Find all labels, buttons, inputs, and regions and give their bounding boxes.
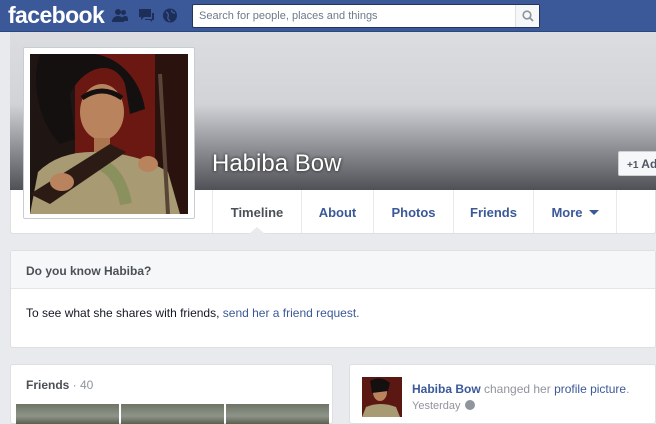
friends-header: Friends · 40 bbox=[11, 365, 332, 392]
friend-suggestion-card: Do you know Habiba? To see what she shar… bbox=[10, 250, 656, 348]
profile-picture[interactable] bbox=[23, 47, 195, 219]
active-tab-indicator bbox=[249, 227, 265, 234]
top-navigation-bar: facebook bbox=[0, 0, 656, 32]
friend-thumbnail[interactable] bbox=[16, 404, 119, 424]
messages-icon[interactable] bbox=[138, 8, 154, 23]
tab-more-label: More bbox=[551, 205, 583, 220]
tab-friends[interactable]: Friends bbox=[453, 190, 533, 233]
friend-suggestion-body: To see what she shares with friends, sen… bbox=[11, 289, 655, 320]
add-friend-icon: +1 bbox=[627, 160, 639, 171]
search-input[interactable] bbox=[193, 5, 515, 27]
tab-photos-label: Photos bbox=[391, 205, 436, 220]
add-friend-label: Add bbox=[641, 157, 656, 171]
avatar[interactable] bbox=[362, 377, 402, 417]
notifications-globe-icon[interactable] bbox=[162, 8, 178, 23]
add-friend-button[interactable]: +1 Add bbox=[618, 151, 656, 176]
friends-title[interactable]: Friends bbox=[26, 378, 69, 392]
search-icon bbox=[522, 10, 534, 22]
activity-story: Habiba Bow changed her profile picture. … bbox=[349, 364, 656, 424]
activity-time-text[interactable]: Yesterday bbox=[412, 400, 461, 412]
friends-card: Friends · 40 bbox=[10, 364, 333, 424]
send-friend-request-link[interactable]: send her a friend request. bbox=[223, 306, 360, 320]
search-box[interactable] bbox=[192, 4, 540, 28]
activity-actor-link[interactable]: Habiba Bow bbox=[412, 382, 481, 396]
activity-timestamp: Yesterday bbox=[412, 400, 475, 412]
friend-suggestion-text: To see what she shares with friends, bbox=[26, 306, 223, 320]
profile-photo bbox=[30, 54, 188, 214]
tab-friends-label: Friends bbox=[470, 205, 517, 220]
friends-count: · 40 bbox=[69, 378, 94, 392]
tab-photos[interactable]: Photos bbox=[373, 190, 453, 233]
public-globe-icon[interactable] bbox=[464, 400, 475, 410]
tab-timeline-label: Timeline bbox=[230, 205, 284, 220]
tab-more[interactable]: More bbox=[533, 190, 617, 233]
friend-thumbnail[interactable] bbox=[121, 404, 224, 424]
activity-object-link[interactable]: profile picture bbox=[554, 382, 626, 396]
friend-suggestion-title: Do you know Habiba? bbox=[11, 251, 655, 289]
tab-about[interactable]: About bbox=[301, 190, 373, 233]
activity-period: . bbox=[626, 382, 630, 396]
friend-requests-icon[interactable] bbox=[112, 8, 128, 23]
facebook-logo[interactable]: facebook bbox=[8, 2, 105, 29]
chevron-down-icon bbox=[588, 210, 599, 215]
activity-headline: Habiba Bow changed her profile picture. bbox=[412, 382, 629, 396]
activity-action-text: changed her bbox=[480, 382, 555, 396]
search-button[interactable] bbox=[515, 5, 539, 27]
profile-name[interactable]: Habiba Bow bbox=[212, 150, 341, 178]
tab-about-label: About bbox=[318, 205, 357, 220]
friend-thumbnail[interactable] bbox=[226, 404, 329, 424]
